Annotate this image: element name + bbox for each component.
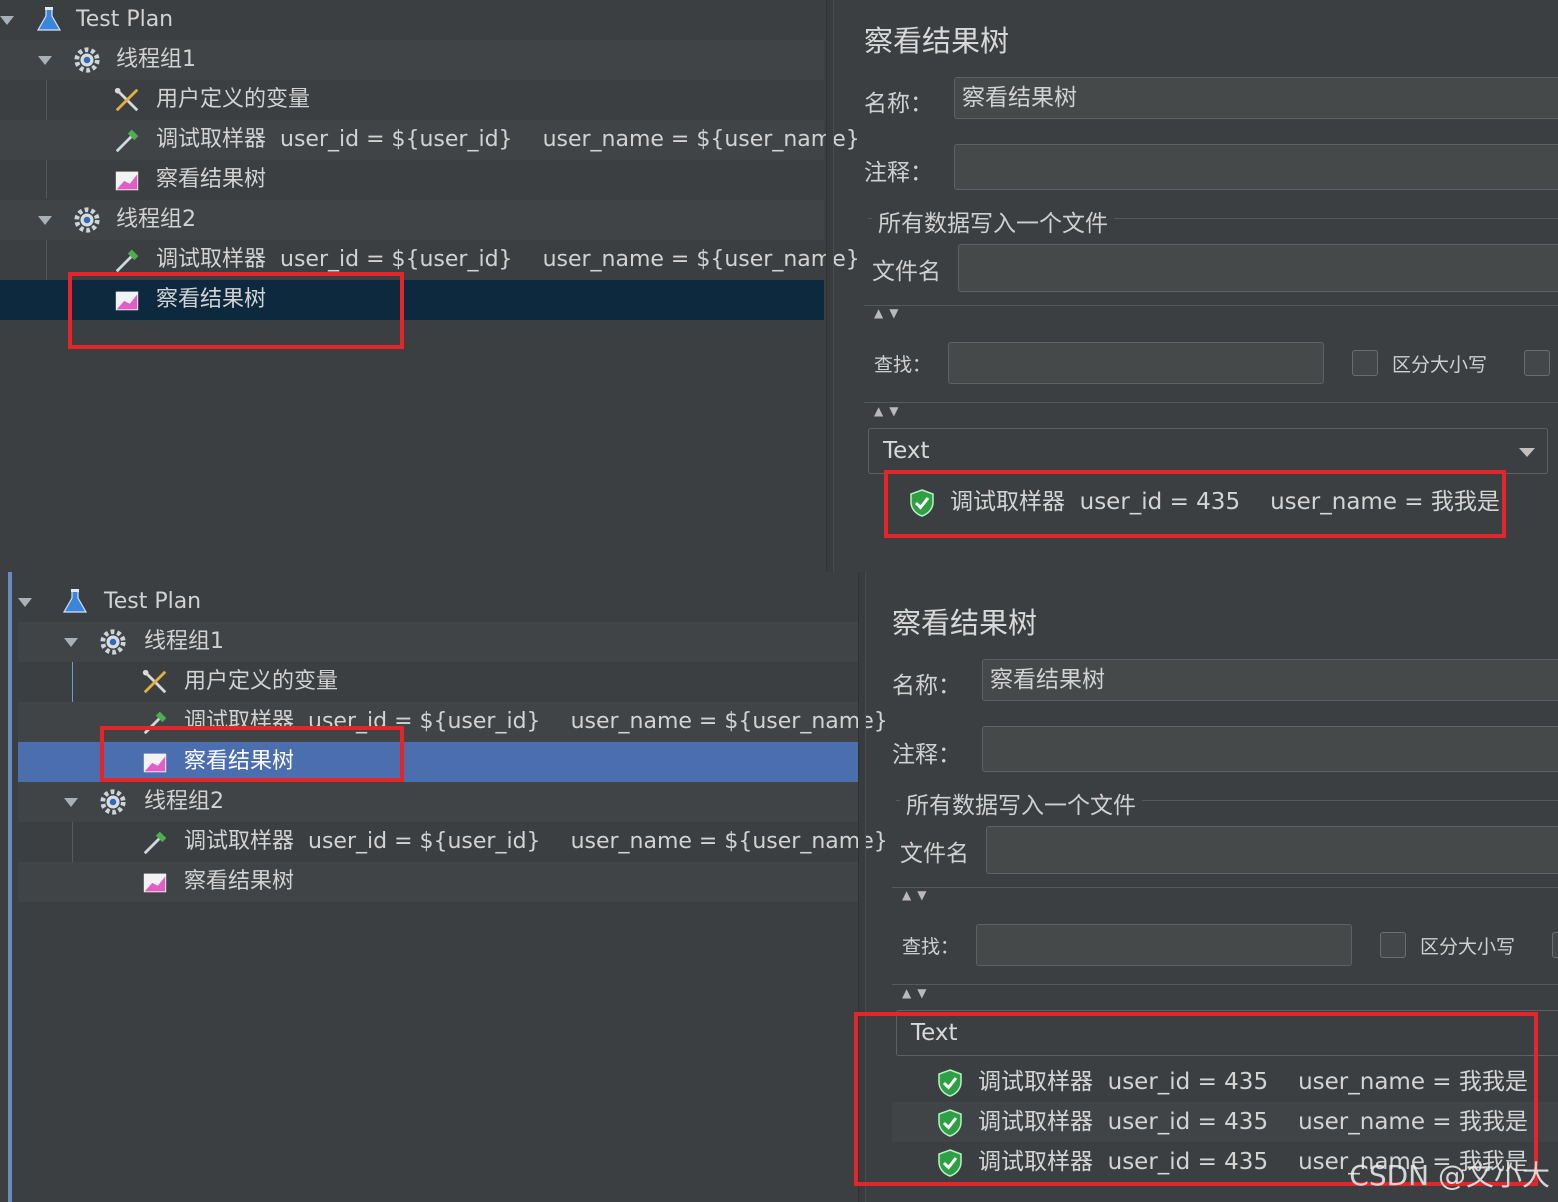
- tree-node-test-plan[interactable]: Test Plan: [18, 582, 858, 622]
- tree-node-label: 用户定义的变量: [156, 87, 311, 112]
- gear-icon: [100, 789, 126, 815]
- highlight-box: [68, 272, 404, 349]
- tree-node-label: 线程组2: [144, 789, 224, 814]
- tree-node-thread-group-1[interactable]: 线程组1: [18, 622, 858, 662]
- regex-checkbox[interactable]: [1552, 932, 1558, 958]
- filename-label: 文件名: [872, 259, 941, 285]
- case-sensitive-label: 区分大小写: [1420, 936, 1516, 958]
- renderer-dropdown[interactable]: Text: [868, 428, 1548, 474]
- gear-icon: [74, 47, 100, 73]
- flask-icon: [62, 589, 88, 613]
- jmeter-window-before: Test Plan 线程组1 用户定义的变量 调试取样器 user_id = $…: [0, 0, 1558, 572]
- results-tree-config-panel: 察看结果树 名称： 察看结果树 注释： 所有数据写入一个文件 文件名 ▲▼ 查找…: [854, 572, 1558, 1202]
- gear-icon: [100, 629, 126, 655]
- name-input[interactable]: 察看结果树: [982, 659, 1558, 701]
- test-plan-tree: Test Plan 线程组1 用户定义的变量 调试取样器 user_id = $…: [12, 572, 888, 1202]
- name-input[interactable]: 察看结果树: [954, 77, 1558, 119]
- comment-input[interactable]: [954, 144, 1558, 190]
- panel-title: 察看结果树: [892, 606, 1038, 640]
- tools-icon: [142, 669, 167, 694]
- search-label: 查找：: [874, 354, 932, 376]
- tree-node-label: Test Plan: [104, 589, 202, 614]
- flask-icon: [36, 7, 62, 31]
- comment-label: 注释：: [864, 160, 933, 186]
- watermark: CSDN @文小大: [1349, 1159, 1550, 1192]
- highlight-box: [884, 470, 1506, 538]
- write-all-data-group-title: 所有数据写入一个文件: [872, 204, 1114, 238]
- filename-label: 文件名: [900, 841, 969, 867]
- collapse-arrows-icon[interactable]: ▲▼: [902, 986, 932, 1000]
- highlight-box: [100, 726, 404, 782]
- tree-node-thread-group-2[interactable]: 线程组2: [0, 200, 824, 240]
- tools-icon: [114, 87, 139, 112]
- tree-node-label: 察看结果树: [156, 167, 267, 192]
- collapse-arrow-icon[interactable]: [38, 56, 52, 65]
- chevron-down-icon: [1519, 448, 1535, 457]
- results-tree-config-panel: 察看结果树 名称： 察看结果树 注释： 所有数据写入一个文件 文件名 ▲▼ 查找…: [834, 0, 1558, 572]
- name-label: 名称：: [864, 91, 933, 117]
- case-sensitive-checkbox[interactable]: [1380, 932, 1406, 958]
- collapse-arrows-icon[interactable]: ▲▼: [902, 888, 932, 902]
- collapse-arrow-icon[interactable]: [64, 638, 78, 647]
- comment-label: 注释：: [892, 742, 961, 768]
- tree-node-user-variables[interactable]: 用户定义的变量: [18, 662, 858, 702]
- tree-node-debug-sampler-2[interactable]: 调试取样器 user_id = ${user_id} user_name = ${…: [18, 822, 888, 862]
- chart-icon: [115, 171, 139, 191]
- write-all-data-group-title: 所有数据写入一个文件: [900, 786, 1142, 820]
- collapse-arrow-icon[interactable]: [18, 598, 32, 607]
- collapse-arrows-icon[interactable]: ▲▼: [874, 306, 904, 320]
- gear-icon: [74, 207, 100, 233]
- tree-node-user-variables[interactable]: 用户定义的变量: [0, 80, 824, 120]
- filename-input[interactable]: [986, 826, 1558, 874]
- name-label: 名称：: [892, 673, 961, 699]
- tree-node-label: 线程组2: [116, 207, 196, 232]
- filename-input[interactable]: [958, 244, 1558, 292]
- tree-node-results-tree-1[interactable]: 察看结果树: [0, 160, 824, 200]
- tree-node-label: 调试取样器 user_id = ${user_id} user_name = ${…: [184, 829, 888, 854]
- search-label: 查找：: [902, 936, 960, 958]
- pipette-icon: [115, 129, 139, 153]
- test-plan-tree: Test Plan 线程组1 用户定义的变量 调试取样器 user_id = $…: [0, 0, 860, 572]
- tree-node-test-plan[interactable]: Test Plan: [0, 0, 824, 40]
- regex-checkbox[interactable]: [1524, 350, 1550, 376]
- tree-node-label: 调试取样器 user_id = ${user_id} user_name = ${…: [156, 127, 860, 152]
- tree-node-label: 察看结果树: [184, 869, 295, 894]
- collapse-arrow-icon[interactable]: [64, 798, 78, 807]
- tree-node-results-tree-2[interactable]: 察看结果树: [18, 862, 858, 902]
- collapse-arrow-icon[interactable]: [0, 16, 14, 25]
- tree-node-debug-sampler-1[interactable]: 调试取样器 user_id = ${user_id} user_name = ${…: [0, 120, 860, 160]
- tree-node-label: 线程组1: [116, 47, 196, 72]
- chart-icon: [143, 873, 167, 893]
- case-sensitive-checkbox[interactable]: [1352, 350, 1378, 376]
- tree-node-label: 线程组1: [144, 629, 224, 654]
- tree-node-label: 用户定义的变量: [184, 669, 339, 694]
- split-divider[interactable]: [826, 0, 834, 572]
- collapse-arrow-icon[interactable]: [38, 216, 52, 225]
- pipette-icon: [115, 249, 139, 273]
- comment-input[interactable]: [982, 726, 1558, 772]
- jmeter-window-after: Test Plan 线程组1 用户定义的变量 调试取样器 user_id = $…: [8, 572, 1558, 1202]
- pipette-icon: [143, 831, 167, 855]
- panel-title: 察看结果树: [864, 24, 1010, 58]
- tree-node-thread-group-1[interactable]: 线程组1: [0, 40, 824, 80]
- tree-node-thread-group-2[interactable]: 线程组2: [18, 782, 858, 822]
- case-sensitive-label: 区分大小写: [1392, 354, 1488, 376]
- renderer-value: Text: [883, 438, 930, 464]
- search-input[interactable]: [976, 924, 1352, 966]
- collapse-arrows-icon[interactable]: ▲▼: [874, 404, 904, 418]
- search-input[interactable]: [948, 342, 1324, 384]
- tree-node-label: Test Plan: [76, 7, 174, 32]
